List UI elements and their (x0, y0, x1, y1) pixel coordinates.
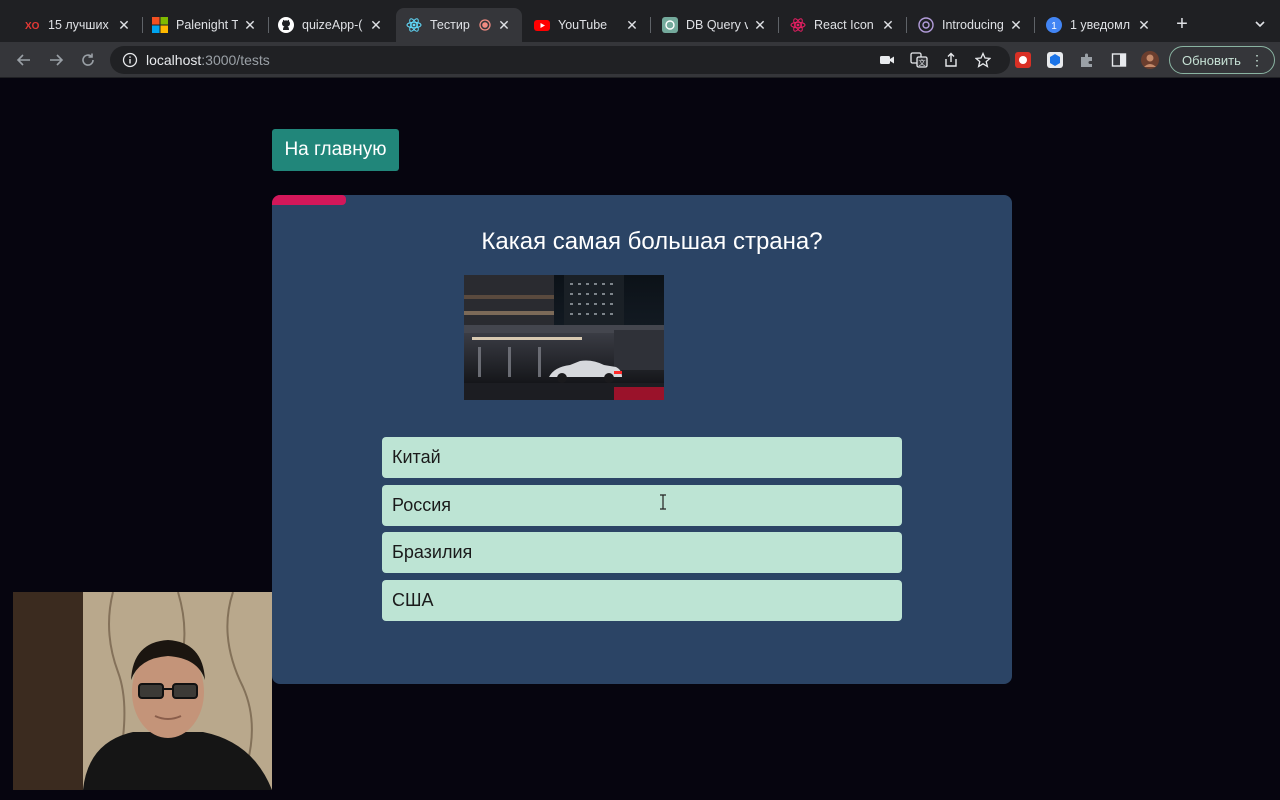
url-path: :3000/tests (201, 52, 270, 68)
new-tab-button[interactable]: + (1172, 14, 1192, 34)
car-night-photo (464, 275, 664, 400)
answer-list: Китай Россия Бразилия США (382, 437, 902, 627)
extension-red-icon[interactable] (1014, 51, 1032, 69)
close-icon[interactable]: ✕ (1008, 17, 1024, 34)
share-icon[interactable] (942, 51, 960, 69)
notification-badge-icon: 1 (1046, 17, 1062, 33)
browser-tab-1[interactable]: XO 15 лучших ✕ (14, 8, 143, 42)
tab-search-chevron-icon[interactable] (1252, 16, 1268, 32)
svg-text:1: 1 (1051, 21, 1057, 32)
quiz-card: Какая самая большая страна? Китай Россия… (272, 195, 1012, 684)
browser-tab-strip: XO 15 лучших ✕ Palenight T ✕ quizeApp-( … (0, 0, 1280, 44)
update-browser-button[interactable]: Обновить ⋮ (1169, 46, 1275, 74)
url-host: localhost (146, 52, 202, 68)
browser-tab-3[interactable]: quizeApp-( ✕ (268, 8, 394, 42)
xo-icon: XO (24, 17, 40, 33)
tab-divider (778, 17, 779, 33)
browser-tab-5[interactable]: YouTube ✕ (524, 8, 651, 42)
github-icon (278, 17, 294, 33)
close-icon[interactable]: ✕ (752, 17, 768, 34)
question-image (464, 275, 664, 400)
close-icon[interactable]: ✕ (242, 17, 258, 34)
translate-icon[interactable]: 文 (910, 51, 928, 69)
text-cursor-icon (658, 494, 668, 510)
browser-tab-8[interactable]: Introducing ✕ (908, 8, 1035, 42)
answer-option[interactable]: Россия (382, 484, 902, 526)
puzzle-extensions-icon[interactable] (1078, 51, 1096, 69)
camera-icon[interactable] (878, 51, 896, 69)
svg-text:文: 文 (919, 58, 926, 67)
webcam-overlay (13, 592, 272, 790)
tab-title: React Icon (814, 18, 874, 32)
tab-divider (650, 17, 651, 33)
quiz-progress-fill (272, 195, 346, 205)
side-panel-icon[interactable] (1110, 51, 1128, 69)
browser-tab-4-active[interactable]: Тестир ✕ (396, 8, 522, 42)
browser-tab-2[interactable]: Palenight T ✕ (142, 8, 269, 42)
react-icons-icon (790, 17, 806, 33)
openai-icon (918, 17, 934, 33)
browser-toolbar: localhost:3000/tests 文 Обновить ⋮ (0, 42, 1280, 78)
tab-title: Introducing (942, 18, 1004, 32)
close-icon[interactable]: ✕ (880, 17, 896, 34)
reload-button[interactable] (78, 50, 98, 70)
question-title: Какая самая большая страна? (481, 228, 823, 255)
update-button-label: Обновить (1182, 52, 1241, 68)
arrow-right-icon (50, 54, 64, 66)
youtube-icon (534, 17, 550, 33)
close-icon[interactable]: ✕ (368, 17, 384, 34)
recording-icon (478, 18, 492, 32)
browser-tab-9[interactable]: 1 1 уведомл ✕ (1036, 8, 1162, 42)
tab-title: 15 лучших (48, 18, 109, 32)
close-icon[interactable]: ✕ (1136, 17, 1152, 34)
answer-option[interactable]: Бразилия (382, 532, 902, 573)
browser-tab-6[interactable]: DB Query v ✕ (652, 8, 779, 42)
close-icon[interactable]: ✕ (116, 17, 132, 34)
back-button[interactable] (14, 50, 34, 70)
close-icon[interactable]: ✕ (624, 17, 640, 34)
info-icon[interactable] (122, 52, 138, 68)
chatgpt-icon (662, 17, 678, 33)
tab-divider (906, 17, 907, 33)
close-icon[interactable]: ✕ (496, 17, 512, 34)
browser-tab-7[interactable]: React Icon ✕ (780, 8, 907, 42)
presenter-video (13, 592, 272, 790)
tab-title: 1 уведомл (1070, 18, 1130, 32)
answer-option[interactable]: Китай (382, 437, 902, 478)
tab-title: DB Query v (686, 18, 748, 32)
avatar[interactable] (1141, 51, 1159, 69)
arrow-left-icon (16, 54, 30, 66)
forward-button[interactable] (46, 50, 66, 70)
tab-title: YouTube (558, 18, 608, 32)
answer-option[interactable]: США (382, 579, 902, 621)
windows-icon (152, 17, 168, 33)
reload-icon (82, 53, 94, 66)
svg-text:XO: XO (25, 21, 40, 32)
tab-title: Palenight T (176, 18, 238, 32)
menu-dots-icon[interactable]: ⋮ (1250, 52, 1264, 69)
home-button[interactable]: На главную (272, 129, 399, 171)
tab-title: quizeApp-( (302, 18, 363, 32)
react-icon (406, 17, 422, 33)
extension-blue-icon[interactable] (1046, 51, 1064, 69)
address-bar[interactable]: localhost:3000/tests (110, 46, 1010, 74)
star-icon[interactable] (974, 51, 992, 69)
tab-title: Тестир (430, 18, 470, 32)
tab-divider (1034, 17, 1035, 33)
quiz-progress-bar (272, 195, 1012, 205)
